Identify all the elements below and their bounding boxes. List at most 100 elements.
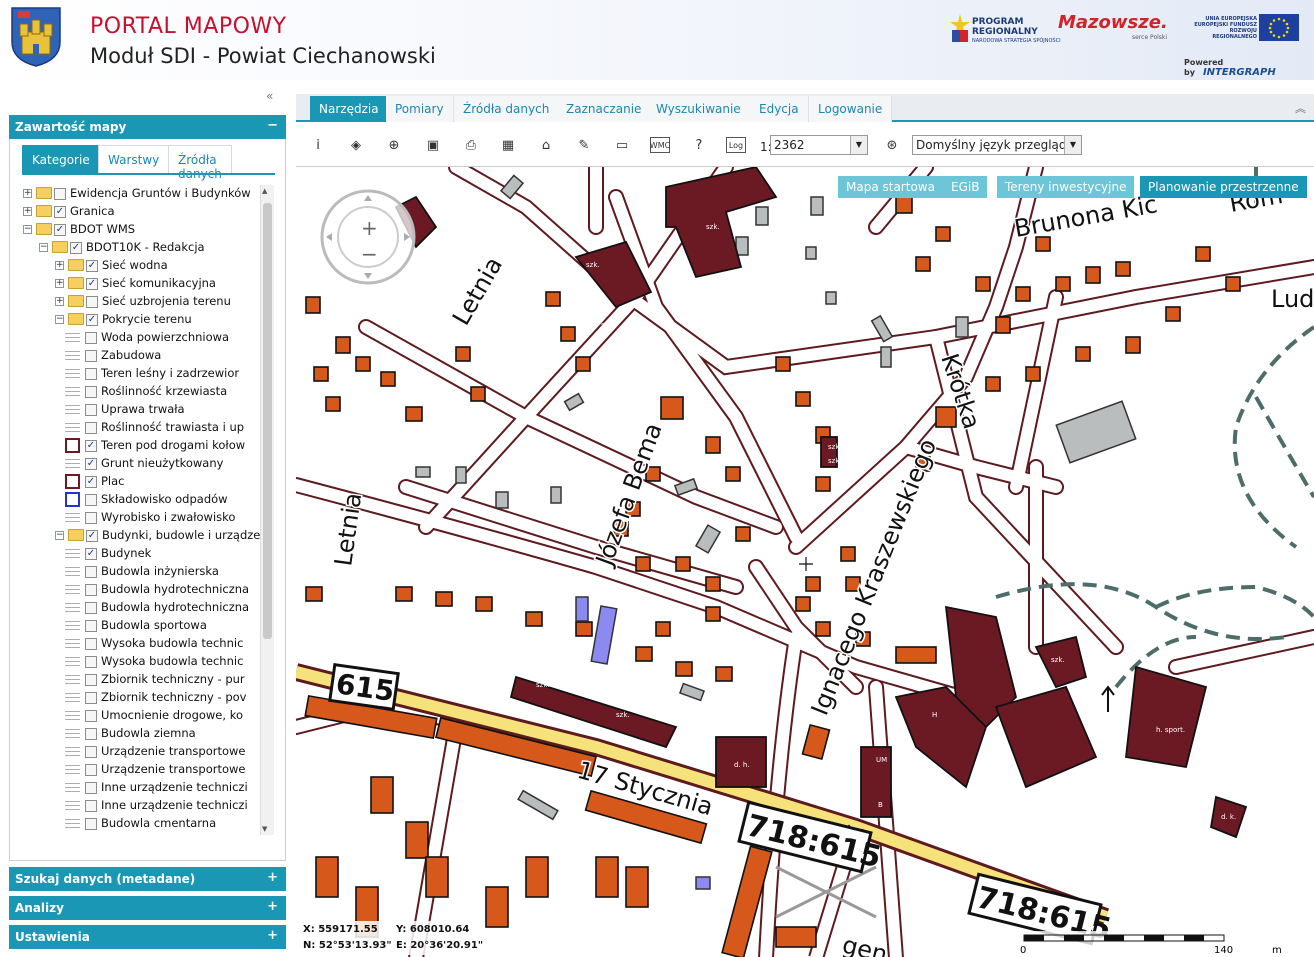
- map-view[interactable]: Letnia Letnia Józefa Bema Ignacego Krasz…: [296, 166, 1314, 957]
- expand-icon[interactable]: +: [267, 899, 278, 914]
- layer-tree-node[interactable]: − ✓ Pokrycie terenu: [23, 311, 261, 329]
- layer-tree-node[interactable]: − ✓ BDOT10K - Redakcja: [23, 239, 261, 257]
- layer-tree-node[interactable]: Inne urządzenie techniczi: [23, 779, 261, 797]
- layer-tree-node[interactable]: + ✓ Granica: [23, 203, 261, 221]
- accordion-header[interactable]: Ustawienia +: [9, 925, 286, 949]
- layer-tree-node[interactable]: + Ewidencja Gruntów i Budynków: [23, 185, 261, 203]
- layer-tree-node[interactable]: + ✓ Sieć wodna: [23, 257, 261, 275]
- layer-tree-node[interactable]: Budowla ziemna: [23, 725, 261, 743]
- layer-checkbox[interactable]: [85, 800, 97, 812]
- layer-checkbox[interactable]: [85, 620, 97, 632]
- layer-checkbox[interactable]: ✓: [54, 224, 66, 236]
- expand-toggle-icon[interactable]: −: [39, 243, 48, 252]
- log-icon[interactable]: Log: [726, 137, 746, 153]
- top-tab[interactable]: Zaznaczanie: [557, 96, 652, 122]
- top-tab[interactable]: Wyszukiwanie: [647, 96, 751, 122]
- layer-checkbox[interactable]: [85, 692, 97, 704]
- expand-toggle-icon[interactable]: +: [23, 207, 32, 216]
- layer-tree-node[interactable]: Roślinność trawiasta i up: [23, 419, 261, 437]
- home-icon[interactable]: ⌂: [536, 135, 556, 155]
- folder-icon[interactable]: ▭: [612, 135, 632, 155]
- layer-tree-node[interactable]: Umocnienie drogowe, ko: [23, 707, 261, 725]
- layer-checkbox[interactable]: ✓: [70, 242, 82, 254]
- layer-checkbox[interactable]: [85, 638, 97, 650]
- layer-checkbox[interactable]: ✓: [86, 278, 98, 290]
- expand-toggle-icon[interactable]: −: [55, 315, 64, 324]
- layer-checkbox[interactable]: ✓: [85, 548, 97, 560]
- layer-checkbox[interactable]: [86, 296, 98, 308]
- layer-checkbox[interactable]: [85, 710, 97, 722]
- layer-checkbox[interactable]: ✓: [54, 206, 66, 218]
- wmc-icon[interactable]: WMC: [650, 137, 670, 153]
- layer-checkbox[interactable]: [85, 674, 97, 686]
- save-icon[interactable]: ▣: [423, 135, 443, 155]
- layer-tree-node[interactable]: ✓ Teren pod drogami kołow: [23, 437, 261, 455]
- layer-tree-node[interactable]: ✓ Budynek: [23, 545, 261, 563]
- table-icon[interactable]: ▦: [498, 135, 518, 155]
- expand-toggle-icon[interactable]: −: [23, 225, 32, 234]
- layer-checkbox[interactable]: [85, 782, 97, 794]
- expand-toggle-icon[interactable]: +: [55, 297, 64, 306]
- layer-tree-node[interactable]: − ✓ Budynki, budowle i urządzen: [23, 527, 261, 545]
- layer-tree-node[interactable]: Uprawa trwała: [23, 401, 261, 419]
- left-tab[interactable]: Kategorie: [22, 145, 100, 173]
- layer-checkbox[interactable]: [85, 512, 97, 524]
- zoom-scale-icon[interactable]: ⊛: [882, 135, 902, 155]
- layer-tree-node[interactable]: Wyrobisko i zwałowisko: [23, 509, 261, 527]
- left-tab[interactable]: Źródła danych: [168, 145, 232, 181]
- top-tab[interactable]: Narzędzia: [310, 96, 389, 122]
- map-shortcut-button[interactable]: EGiB: [943, 176, 988, 198]
- layer-checkbox[interactable]: [85, 350, 97, 362]
- map-shortcut-button[interactable]: Tereny inwestycyjne: [997, 176, 1135, 198]
- expand-toggle-icon[interactable]: +: [55, 279, 64, 288]
- layer-checkbox[interactable]: [85, 656, 97, 668]
- map-canvas[interactable]: Letnia Letnia Józefa Bema Ignacego Krasz…: [296, 167, 1314, 957]
- layer-tree-node[interactable]: Składowisko odpadów: [23, 491, 261, 509]
- layer-tree-node[interactable]: Zabudowa: [23, 347, 261, 365]
- scale-input[interactable]: 2362 ▼: [770, 135, 868, 155]
- layer-checkbox[interactable]: [85, 404, 97, 416]
- layer-checkbox[interactable]: ✓: [85, 476, 97, 488]
- language-select[interactable]: Domyślny język przeglądarki ▼: [912, 135, 1082, 155]
- top-tab[interactable]: Pomiary: [386, 96, 454, 122]
- layer-checkbox[interactable]: [54, 188, 66, 200]
- layer-checkbox[interactable]: [85, 494, 97, 506]
- accordion-header[interactable]: Analizy +: [9, 896, 286, 920]
- layer-tree-node[interactable]: Inne urządzenie techniczi: [23, 797, 261, 815]
- layer-tree-node[interactable]: Budowla sportowa: [23, 617, 261, 635]
- layer-tree-node[interactable]: Wysoka budowla technic: [23, 635, 261, 653]
- expand-toggle-icon[interactable]: +: [23, 189, 32, 198]
- layer-checkbox[interactable]: [85, 602, 97, 614]
- tree-scrollbar[interactable]: ▲ ▼: [260, 185, 274, 835]
- layer-tree-node[interactable]: Urządzenie transportowe: [23, 761, 261, 779]
- print-icon[interactable]: ⎙: [461, 135, 481, 155]
- expand-icon[interactable]: +: [267, 870, 278, 885]
- layer-tree-node[interactable]: Woda powierzchniowa: [23, 329, 261, 347]
- pyramid-icon[interactable]: ◈: [346, 135, 366, 155]
- layer-checkbox[interactable]: [85, 422, 97, 434]
- expand-icon[interactable]: +: [267, 928, 278, 943]
- map-shortcut-button[interactable]: Planowanie przestrzenne: [1140, 176, 1307, 198]
- help-icon[interactable]: ?: [689, 135, 709, 155]
- top-tab[interactable]: Logowanie: [809, 96, 893, 122]
- layer-tree-node[interactable]: Roślinność krzewiasta: [23, 383, 261, 401]
- layer-checkbox[interactable]: [85, 764, 97, 776]
- layer-tree-node[interactable]: Urządzenie transportowe: [23, 743, 261, 761]
- expand-toggle-icon[interactable]: +: [55, 261, 64, 270]
- collapse-up-icon[interactable]: ︽: [1295, 100, 1306, 116]
- layer-tree-node[interactable]: ✓ Plac: [23, 473, 261, 491]
- pencil-icon[interactable]: ✎: [574, 135, 594, 155]
- layer-checkbox[interactable]: [85, 728, 97, 740]
- layer-tree-node[interactable]: ✓ Grunt nieużytkowany: [23, 455, 261, 473]
- top-tab[interactable]: Edycja: [750, 96, 809, 122]
- layer-tree-node[interactable]: Budowla inżynierska: [23, 563, 261, 581]
- layer-tree-node[interactable]: Zbiornik techniczny - pov: [23, 689, 261, 707]
- layer-tree-node[interactable]: + ✓ Sieć komunikacyjna: [23, 275, 261, 293]
- layer-tree-node[interactable]: Budowla hydrotechniczna: [23, 599, 261, 617]
- layer-tree-node[interactable]: Budowla hydrotechniczna: [23, 581, 261, 599]
- collapse-icon[interactable]: −: [267, 118, 278, 133]
- top-tab[interactable]: Źródła danych: [454, 96, 560, 122]
- layer-checkbox[interactable]: [85, 818, 97, 830]
- zoom-pan-control[interactable]: + −: [318, 187, 418, 287]
- layer-tree-node[interactable]: Budowla cmentarna: [23, 815, 261, 833]
